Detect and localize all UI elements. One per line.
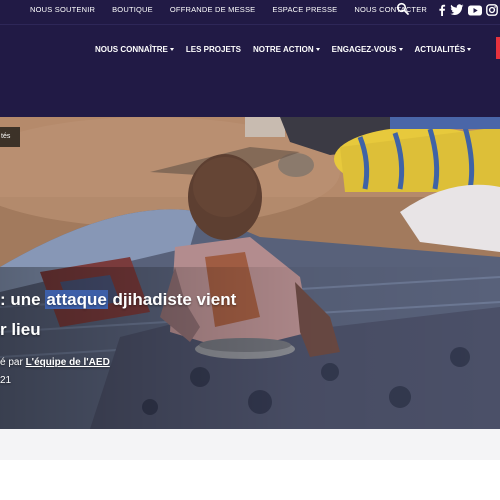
nav-item-label: ENGAGEZ-VOUS bbox=[331, 45, 397, 54]
donate-button[interactable] bbox=[496, 37, 500, 59]
article-title[interactable]: : une attaque djihadiste vient r lieu bbox=[0, 285, 236, 345]
hero-photo bbox=[0, 117, 500, 429]
byline-prefix: é par bbox=[0, 357, 26, 368]
nav-item-label: ACTUALITÉS bbox=[414, 45, 466, 54]
utility-links: NOUS SOUTENIR BOUTIQUE OFFRANDE DE MESSE… bbox=[30, 0, 444, 18]
utility-link-nous-contacter[interactable]: NOUS CONTACTER bbox=[354, 5, 427, 14]
nav-item-label: NOTRE ACTION bbox=[253, 45, 314, 54]
title-suffix: djihadiste vient bbox=[107, 290, 237, 309]
author-link[interactable]: L'équipe de l'AED bbox=[26, 357, 110, 368]
main-navigation: NOUS CONNAÎTRE LES PROJETS NOTRE ACTION … bbox=[0, 24, 500, 118]
youtube-icon[interactable] bbox=[468, 5, 482, 16]
nav-item-nous-connaitre[interactable]: NOUS CONNAÎTRE bbox=[95, 45, 174, 54]
utility-link-nous-soutenir[interactable]: NOUS SOUTENIR bbox=[30, 5, 95, 14]
utility-link-boutique[interactable]: BOUTIQUE bbox=[112, 5, 153, 14]
chevron-down-icon bbox=[398, 48, 403, 51]
chevron-down-icon bbox=[467, 48, 472, 51]
nav-item-notre-action[interactable]: NOTRE ACTION bbox=[253, 45, 320, 54]
title-prefix: : une bbox=[0, 290, 46, 309]
chevron-down-icon bbox=[169, 48, 174, 51]
utility-link-espace-presse[interactable]: ESPACE PRESSE bbox=[272, 5, 337, 14]
twitter-icon[interactable] bbox=[450, 4, 464, 16]
title-highlight: attaque bbox=[45, 290, 108, 309]
nav-item-label: NOUS CONNAÎTRE bbox=[95, 45, 168, 54]
search-icon[interactable] bbox=[396, 2, 410, 16]
instagram-icon[interactable] bbox=[486, 4, 498, 16]
nav-item-actualites[interactable]: ACTUALITÉS bbox=[415, 45, 472, 54]
nav-item-engagez-vous[interactable]: ENGAGEZ-VOUS bbox=[332, 45, 403, 54]
nav-item-label: LES PROJETS bbox=[185, 45, 242, 54]
hero-banner: tés : une attaque djihadiste vient r lie… bbox=[0, 117, 500, 429]
title-line-2: r lieu bbox=[0, 320, 41, 339]
article-date: 21 bbox=[0, 375, 12, 386]
top-utility-bar: NOUS SOUTENIR BOUTIQUE OFFRANDE DE MESSE… bbox=[0, 0, 500, 24]
content-band bbox=[0, 429, 500, 460]
utility-link-offrande-de-messe[interactable]: OFFRANDE DE MESSE bbox=[170, 5, 256, 14]
facebook-icon[interactable] bbox=[438, 4, 446, 16]
category-tag[interactable]: tés bbox=[0, 127, 20, 147]
article-byline: é par L'équipe de l'AED bbox=[0, 357, 110, 368]
nav-item-les-projets[interactable]: LES PROJETS bbox=[186, 45, 241, 54]
social-links bbox=[438, 3, 498, 17]
main-menu: NOUS CONNAÎTRE LES PROJETS NOTRE ACTION … bbox=[95, 45, 483, 54]
chevron-down-icon bbox=[315, 48, 320, 51]
